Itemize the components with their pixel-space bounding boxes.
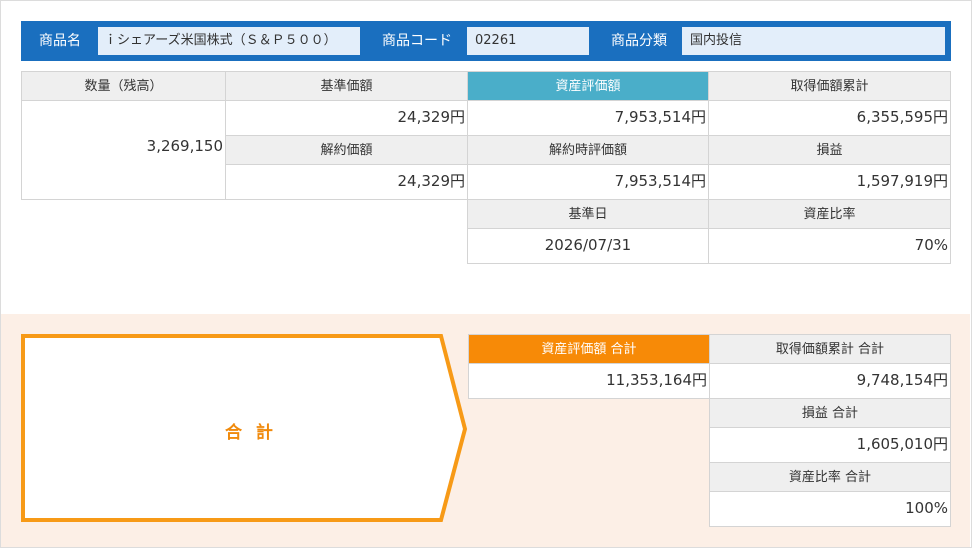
product-header-bar: 商品名 ｉシェアーズ米国株式（Ｓ＆Ｐ５００） 商品コード 02261 商品分類 … (21, 21, 951, 61)
pnl-value: 1,597,919円 (708, 164, 951, 200)
asset-total-value: 11,353,164円 (468, 363, 710, 399)
base-date-value: 2026/07/31 (467, 228, 709, 264)
base-date-header: 基準日 (467, 199, 709, 229)
product-name-label: 商品名 (39, 33, 81, 49)
ratio-total-header: 資産比率 合計 (709, 462, 951, 492)
pnl-total-value: 1,605,010円 (709, 427, 951, 463)
base-price-header: 基準価額 (225, 71, 468, 101)
ratio-total-value: 100% (709, 491, 951, 527)
product-category-value: 国内投信 (682, 27, 945, 55)
cancel-eval-header: 解約時評価額 (467, 135, 709, 165)
quantity-value: 3,269,150 (146, 137, 223, 155)
pnl-header: 損益 (708, 135, 951, 165)
cancel-price-value: 24,329円 (225, 164, 468, 200)
quantity-header: 数量（残高） (21, 71, 226, 101)
ratio-header: 資産比率 (708, 199, 951, 229)
cancel-price-header: 解約価額 (225, 135, 468, 165)
acquisition-header: 取得価額累計 (708, 71, 951, 101)
product-code-value: 02261 (467, 27, 589, 55)
acquisition-total-header: 取得価額累計 合計 (709, 334, 951, 364)
cancel-eval-value: 7,953,514円 (467, 164, 709, 200)
product-code-label: 商品コード (382, 33, 452, 49)
pnl-total-header: 損益 合計 (709, 398, 951, 428)
asset-value-value: 7,953,514円 (467, 100, 709, 136)
acquisition-value: 6,355,595円 (708, 100, 951, 136)
acquisition-total-value: 9,748,154円 (709, 363, 951, 399)
asset-value-header: 資産評価額 (467, 71, 709, 101)
asset-total-header: 資産評価額 合計 (468, 334, 710, 364)
ratio-value: 70% (708, 228, 951, 264)
product-name-value: ｉシェアーズ米国株式（Ｓ＆Ｐ５００） (98, 27, 360, 55)
quantity-cell: 3,269,150 (21, 100, 226, 200)
total-label: 合 計 (225, 423, 277, 443)
base-price-value: 24,329円 (225, 100, 468, 136)
product-category-label: 商品分類 (611, 33, 667, 49)
